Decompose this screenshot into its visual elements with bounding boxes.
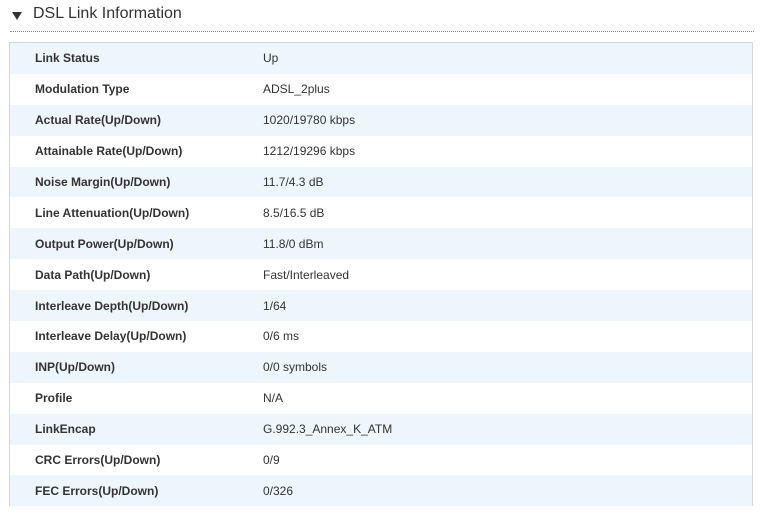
row-value: Up [263,51,279,66]
table-row: Output Power(Up/Down) 11.8/0 dBm [10,228,752,260]
row-label: Modulation Type [35,82,130,97]
row-value: N/A [263,391,284,406]
row-label: Attainable Rate(Up/Down) [35,144,183,159]
table-row: Line Attenuation(Up/Down) 8.5/16.5 dB [10,197,752,229]
row-value: 0/326 [263,483,294,498]
row-label: INP(Up/Down) [35,360,115,375]
table-row: Link Status Up [10,43,752,74]
table-row: Interleave Delay(Up/Down) 0/6 ms [10,321,752,352]
table-row: Attainable Rate(Up/Down) 1212/19296 kbps [10,135,752,167]
table-row: Actual Rate(Up/Down) 1020/19780 kbps [10,104,752,136]
row-value: G.992.3_Annex_K_ATM [263,422,393,437]
row-label: Output Power(Up/Down) [35,236,174,251]
row-value: Fast/Interleaved [263,267,350,282]
row-label: Data Path(Up/Down) [35,267,151,282]
row-value: ADSL_2plus [263,82,330,97]
row-value: 1020/19780 kbps [263,113,356,128]
table-row: Noise Margin(Up/Down) 11.7/4.3 dB [10,166,752,198]
row-value: 1212/19296 kbps [263,144,356,159]
table-row: CRC Errors(Up/Down) 0/9 [10,444,752,476]
row-label: CRC Errors(Up/Down) [35,453,161,468]
table-row: Profile N/A [10,382,752,414]
row-label: Noise Margin(Up/Down) [35,175,171,189]
row-label: Actual Rate(Up/Down) [35,113,161,128]
row-label: LinkEncap [35,422,96,437]
row-value: 8.5/16.5 dB [263,205,325,220]
row-label: FEC Errors(Up/Down) [35,483,159,498]
row-value: 0/9 [263,453,280,468]
row-value: 11.7/4.3 dB [263,175,324,189]
row-value: 1/64 [263,298,287,313]
table-row: INP(Up/Down) 0/0 symbols [10,351,752,383]
row-value: 0/0 symbols [263,360,328,375]
table-row: LinkEncap G.992.3_Annex_K_ATM [10,413,752,445]
row-value: 0/6 ms [263,329,300,344]
row-value: 11.8/0 dBm [263,236,324,251]
row-label: Interleave Delay(Up/Down) [35,329,187,344]
triangle-down-icon[interactable] [12,12,22,20]
dsl-info-table: Link Status Up Modulation Type ADSL_2plus Ac… [10,43,752,507]
table-row: Interleave Depth(Up/Down) 1/64 [10,290,752,322]
table-row: FEC Errors(Up/Down) 0/326 [10,475,752,507]
row-label: Interleave Depth(Up/Down) [35,298,189,313]
row-label: Line Attenuation(Up/Down) [35,205,190,220]
row-label: Link Status [35,51,100,66]
section-header-dsl-link-info[interactable]: DSL Link Information [10,0,754,32]
table-row: Modulation Type ADSL_2plus [10,73,752,105]
dsl-info-panel: Link Status Up Modulation Type ADSL_2plus Ac… [9,42,753,507]
row-label: Profile [35,391,73,406]
table-row: Data Path(Up/Down) Fast/Interleaved [10,259,752,291]
section-title: DSL Link Information [33,5,182,22]
